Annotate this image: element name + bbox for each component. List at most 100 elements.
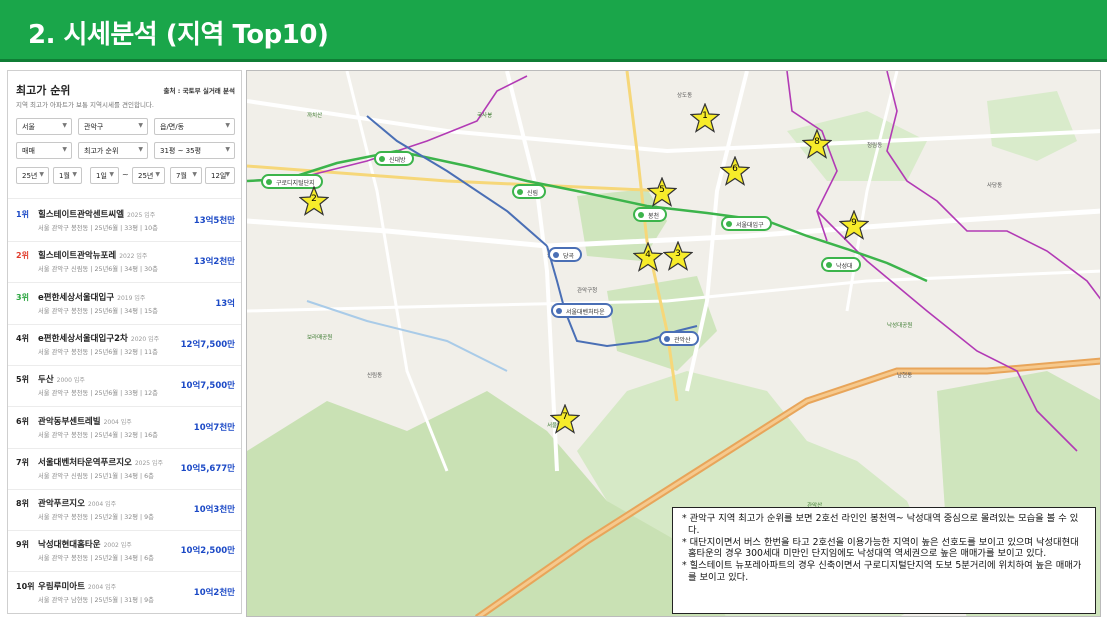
rank-star-2[interactable]: 2 <box>299 186 329 216</box>
list-item[interactable]: 10위 우림루미아트 2004 입주 서울 관악구 남현동 | 25년5월 | 31평… <box>8 573 241 613</box>
rank-label: 6위 <box>16 416 29 426</box>
dong-select[interactable]: 읍/면/동 ▼ <box>154 118 235 135</box>
rank-label: 2위 <box>16 251 29 261</box>
deal-select[interactable]: 매매 ▼ <box>16 142 72 159</box>
station-label: 낙성대 <box>836 263 853 270</box>
station-dot-icon <box>553 252 559 258</box>
sido-select[interactable]: 서울 ▼ <box>16 118 72 135</box>
apartment-detail: 서울 관악구 남현동 | 25년5월 | 31평 | 9층 <box>38 596 154 604</box>
apartment-name-text: 우림루미아트 <box>38 581 85 592</box>
star-number: 4 <box>645 250 651 260</box>
chevron-down-icon: ▼ <box>62 146 67 153</box>
star-number: 3 <box>675 249 681 259</box>
rank-label: 7위 <box>16 457 29 467</box>
list-item[interactable]: 7위 서울대벤처타운역푸르지오 2025 입주 서울 관악구 신림동 | 25년1월 … <box>8 449 241 489</box>
date-range-separator: ~ <box>122 170 129 179</box>
rank-label: 5위 <box>16 375 29 385</box>
apartment-name-text: e편한세상서울대입구 <box>38 292 115 303</box>
station-dot-icon <box>266 179 272 185</box>
start-day-select[interactable]: 1일 ▼ <box>90 167 119 184</box>
apartment-name: e편한세상서울대입구2차 2020 입주 <box>38 332 159 344</box>
apartment-name-text: 서울대벤처타운역푸르지오 <box>38 457 132 468</box>
list-item[interactable]: 3위 e편한세상서울대입구 2019 입주 서울 관악구 봉천동 | 25년6월 | … <box>8 284 241 324</box>
star-number: 9 <box>851 218 857 228</box>
apartment-detail: 서울 관악구 봉천동 | 25년2월 | 34평 | 6층 <box>38 555 154 563</box>
apartment-price: 12억7,500만 <box>180 339 235 350</box>
end-day-value: 12일 <box>211 172 227 180</box>
gu-select[interactable]: 관악구 ▼ <box>78 118 148 135</box>
station-label: 관악산 <box>674 337 691 344</box>
star-number: 1 <box>702 111 708 121</box>
station-gwanak[interactable]: 관악산 <box>659 331 699 346</box>
rank-label: 8위 <box>16 499 29 509</box>
station-dot-icon <box>826 262 832 268</box>
apartment-price: 13억2천만 <box>193 257 235 268</box>
deal-value: 매매 <box>22 147 35 155</box>
rank-star-4[interactable]: 4 <box>633 242 663 272</box>
apartment-detail: 서울 관악구 봉천동 | 25년4월 | 32평 | 16층 <box>38 431 158 439</box>
station-nakseongdae[interactable]: 낙성대 <box>821 257 861 272</box>
list-item[interactable]: 6위 관악동부센트레빌 2004 입주서울 관악구 봉천동 | 25년4월 | 32… <box>8 408 241 448</box>
station-label: 서울대입구 <box>736 222 764 229</box>
list-item[interactable]: 8위 관악푸르지오 2004 입주 서울 관악구 봉천동 | 25년2월 | 32평 … <box>8 490 241 530</box>
apartment-detail: 서울 관악구 신림동 | 25년6월 | 34평 | 30층 <box>38 266 158 274</box>
rank-label: 3위 <box>16 292 29 302</box>
analysis-note: * 관악구 지역 최고가 순위를 보면 2호선 라인인 봉천역~ 낙성대역 중심… <box>672 507 1096 614</box>
station-dot-icon <box>556 308 562 314</box>
rank-star-5[interactable]: 5 <box>647 177 677 207</box>
start-day-value: 1일 <box>96 172 107 180</box>
page-title: 2. 시세분석 (지역 Top10) <box>28 20 329 50</box>
station-sillim[interactable]: 신림 <box>512 184 547 199</box>
end-day-select[interactable]: 12일 ▼ <box>205 167 235 184</box>
move-in-year: 2025 입주 <box>134 459 164 467</box>
station-seoulventure[interactable]: 서울대벤처타운 <box>551 303 613 318</box>
note-line: * 힐스테이트 뉴포레아파트의 경우 신축이면서 구로디지털단지역 도보 5분거… <box>682 560 1082 583</box>
rank-star-8[interactable]: 8 <box>802 129 832 159</box>
list-item[interactable]: 9위 낙성대현대홈타운 2002 입주 서울 관악구 봉천동 | 25년2월 | 34… <box>8 531 241 571</box>
rank-star-9[interactable]: 9 <box>839 210 869 240</box>
panel-description: 지역 최고가 아파트가 보통 지역시세를 견인합니다. <box>16 101 154 109</box>
apartment-name-text: 힐스테이트관악뉴포레 <box>38 251 117 262</box>
chevron-down-icon: ▼ <box>138 122 143 129</box>
station-label: 서울대벤처타운 <box>566 309 605 316</box>
rank-star-6[interactable]: 6 <box>720 156 750 186</box>
apartment-name-text: e편한세상서울대입구2차 <box>38 333 128 344</box>
station-dot-icon <box>517 189 523 195</box>
station-label: 봉천 <box>648 213 660 220</box>
start-year-select[interactable]: 25년 ▼ <box>16 167 49 184</box>
apartment-detail: 서울 관악구 봉천동 | 25년2월 | 32평 | 9층 <box>38 514 154 522</box>
list-item[interactable]: 5위 두산 2000 입주 서울 관악구 봉천동 | 25년6월 | 33평 | 12… <box>8 366 241 406</box>
size-select[interactable]: 31평 ~ 35평 ▼ <box>154 142 235 159</box>
apartment-name: 두산 2000 입주 <box>38 373 85 385</box>
list-item[interactable]: 1위 힐스테이트관악센트씨엘 2025 입주 서울 관악구 봉천동 | 25년6월 |… <box>8 201 241 241</box>
station-dot-icon <box>664 336 670 342</box>
station-dot-icon <box>638 212 644 218</box>
end-year-select[interactable]: 25년 ▼ <box>132 167 165 184</box>
station-seoulnat[interactable]: 서울대입구 <box>721 216 772 231</box>
star-number: 8 <box>814 137 820 147</box>
station-dangok[interactable]: 당곡 <box>548 247 583 262</box>
page-header: 2. 시세분석 (지역 Top10) <box>0 0 1107 62</box>
start-month-select[interactable]: 1월 ▼ <box>53 167 82 184</box>
chevron-down-icon: ▼ <box>138 146 143 153</box>
star-number: 5 <box>659 185 665 195</box>
station-bongcheon[interactable]: 봉천 <box>633 207 668 222</box>
station-label: 당곡 <box>563 253 575 260</box>
apartment-name-text: 힐스테이트관악센트씨엘 <box>38 210 125 220</box>
end-month-select[interactable]: 7월 ▼ <box>170 167 202 184</box>
list-item[interactable]: 2위 힐스테이트관악뉴포레 2022 입주 서울 관악구 신림동 | 25년6월 | … <box>8 242 241 282</box>
rank-star-1[interactable]: 1 <box>690 103 720 133</box>
map-view[interactable]: 보라매공원신림동봉천동남현동관악산서울대학교낙성대공원국사봉까치산사당동상도동청… <box>246 70 1101 617</box>
station-sindaebang[interactable]: 신대방 <box>374 151 414 166</box>
star-number: 7 <box>562 412 568 422</box>
apartment-name: 관악동부센트레빌 2004 입주 <box>38 415 132 427</box>
size-value: 31평 ~ 35평 <box>160 147 202 155</box>
move-in-year: 2020 입주 <box>130 335 160 343</box>
panel-title: 최고가 순위 <box>16 84 71 97</box>
rank-star-7[interactable]: 7 <box>550 404 580 434</box>
apartment-name: 서울대벤처타운역푸르지오 2025 입주 <box>38 456 163 468</box>
move-in-year: 2004 입주 <box>103 418 132 426</box>
list-item[interactable]: 4위 e편한세상서울대입구2차 2020 입주 서울 관악구 봉천동 | 25년6월 … <box>8 325 241 365</box>
rank-star-3[interactable]: 3 <box>663 241 693 271</box>
sort-select[interactable]: 최고가 순위 ▼ <box>78 142 148 159</box>
